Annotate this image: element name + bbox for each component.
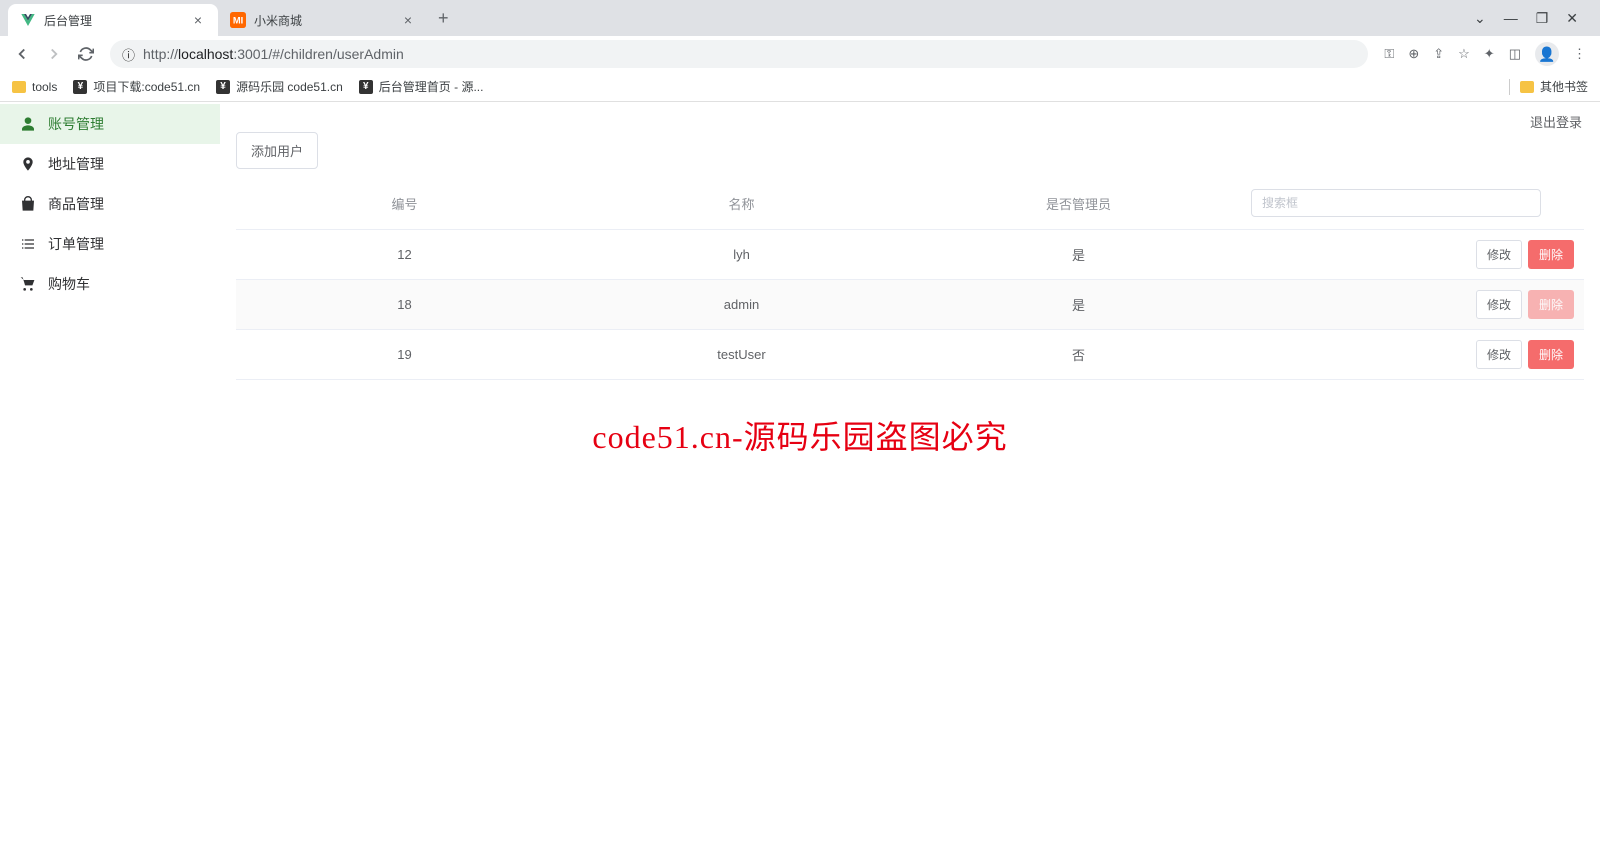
tab-dropdown-icon[interactable]: ⌄ xyxy=(1474,10,1486,27)
watermark-text: code51.cn-源码乐园盗图必究 xyxy=(592,412,1007,458)
cell-actions: 修改删除 xyxy=(1247,230,1584,280)
add-user-button[interactable]: 添加用户 xyxy=(236,132,318,169)
cell-admin: 是 xyxy=(910,280,1247,330)
search-input[interactable] xyxy=(1251,189,1541,217)
profile-avatar-icon[interactable]: 👤 xyxy=(1535,42,1559,66)
delete-button[interactable]: 删除 xyxy=(1528,340,1574,369)
browser-tab-active[interactable]: 后台管理 × xyxy=(8,4,218,36)
window-controls: ⌄ — ❐ ✕ xyxy=(1474,10,1592,27)
tab-title: 小米商城 xyxy=(254,12,392,29)
sidebar-label: 订单管理 xyxy=(48,234,104,254)
table-row: 12lyh是修改删除 xyxy=(236,230,1584,280)
extensions-icon[interactable]: ✦ xyxy=(1484,46,1495,62)
maximize-icon[interactable]: ❐ xyxy=(1536,10,1549,27)
col-actions xyxy=(1247,177,1584,230)
sidebar-label: 购物车 xyxy=(48,274,90,294)
tab-close-icon[interactable]: × xyxy=(400,12,416,28)
sidebar-label: 商品管理 xyxy=(48,194,104,214)
reload-button[interactable] xyxy=(72,40,100,68)
share-icon[interactable]: ⇪ xyxy=(1433,46,1444,62)
url-field[interactable]: ⓘ http://localhost:3001/#/children/userA… xyxy=(110,40,1368,68)
cell-id: 19 xyxy=(236,330,573,380)
table-row: 19testUser否修改删除 xyxy=(236,330,1584,380)
tab-bar: 后台管理 × MI 小米商城 × + ⌄ — ❐ ✕ xyxy=(0,0,1600,36)
site-icon: ¥ xyxy=(73,80,87,94)
zoom-icon[interactable]: ⊕ xyxy=(1408,46,1419,62)
sidebar: 账号管理 地址管理 商品管理 订单管理 购物车 xyxy=(0,102,220,380)
menu-icon[interactable]: ⋮ xyxy=(1573,46,1586,62)
site-info-icon[interactable]: ⓘ xyxy=(122,45,135,64)
edit-button[interactable]: 修改 xyxy=(1476,340,1522,369)
browser-tab[interactable]: MI 小米商城 × xyxy=(218,4,428,36)
bookmarks-bar: tools ¥ 项目下载:code51.cn ¥ 源码乐园 code51.cn … xyxy=(0,72,1600,102)
tab-close-icon[interactable]: × xyxy=(190,12,206,28)
col-name: 名称 xyxy=(573,177,910,230)
address-bar: ⓘ http://localhost:3001/#/children/userA… xyxy=(0,36,1600,72)
back-button[interactable] xyxy=(8,40,36,68)
bag-icon xyxy=(20,196,36,212)
col-admin: 是否管理员 xyxy=(910,177,1247,230)
app-root: 退出登录 账号管理 地址管理 商品管理 订单管理 购物车 添加用户 xyxy=(0,102,1600,380)
bookmark-folder-tools[interactable]: tools xyxy=(12,80,57,94)
col-id: 编号 xyxy=(236,177,573,230)
folder-icon xyxy=(12,81,26,93)
sidebar-item-order[interactable]: 订单管理 xyxy=(0,224,220,264)
new-tab-button[interactable]: + xyxy=(428,8,459,29)
url-text: http://localhost:3001/#/children/userAdm… xyxy=(143,46,1356,62)
delete-button[interactable]: 删除 xyxy=(1528,240,1574,269)
sidebar-item-product[interactable]: 商品管理 xyxy=(0,184,220,224)
sidebar-item-address[interactable]: 地址管理 xyxy=(0,144,220,184)
cell-admin: 否 xyxy=(910,330,1247,380)
bookmark-link[interactable]: ¥ 后台管理首页 - 源... xyxy=(359,78,484,95)
site-icon: ¥ xyxy=(216,80,230,94)
list-icon xyxy=(20,236,36,252)
sidebar-item-cart[interactable]: 购物车 xyxy=(0,264,220,304)
bookmark-link[interactable]: ¥ 项目下载:code51.cn xyxy=(73,78,200,95)
cell-actions: 修改删除 xyxy=(1247,330,1584,380)
svg-text:MI: MI xyxy=(233,15,243,25)
browser-chrome: 后台管理 × MI 小米商城 × + ⌄ — ❐ ✕ ⓘ http://loca… xyxy=(0,0,1600,102)
vue-favicon-icon xyxy=(20,12,36,28)
cell-admin: 是 xyxy=(910,230,1247,280)
cell-id: 12 xyxy=(236,230,573,280)
bookmark-link[interactable]: ¥ 源码乐园 code51.cn xyxy=(216,78,343,95)
other-bookmarks[interactable]: 其他书签 xyxy=(1509,78,1588,95)
cell-id: 18 xyxy=(236,280,573,330)
cart-icon xyxy=(20,276,36,292)
toolbar-icons: ⚿ ⊕ ⇪ ☆ ✦ ◫ 👤 ⋮ xyxy=(1378,42,1592,66)
logout-link[interactable]: 退出登录 xyxy=(1530,112,1582,131)
sidepanel-icon[interactable]: ◫ xyxy=(1509,46,1521,62)
user-icon xyxy=(20,116,36,132)
user-table: 编号 名称 是否管理员 12lyh是修改删除18admin是修改删除19test… xyxy=(236,177,1584,380)
mi-favicon-icon: MI xyxy=(230,12,246,28)
minimize-icon[interactable]: — xyxy=(1504,10,1518,27)
close-icon[interactable]: ✕ xyxy=(1566,10,1578,27)
sidebar-label: 账号管理 xyxy=(48,114,104,134)
delete-button[interactable]: 删除 xyxy=(1528,290,1574,319)
table-row: 18admin是修改删除 xyxy=(236,280,1584,330)
pin-icon xyxy=(20,156,36,172)
folder-icon xyxy=(1520,81,1534,93)
key-icon[interactable]: ⚿ xyxy=(1384,46,1394,62)
main-content: 添加用户 编号 名称 是否管理员 12lyh是修改删除18admin是修改删除1… xyxy=(220,102,1600,380)
edit-button[interactable]: 修改 xyxy=(1476,240,1522,269)
site-icon: ¥ xyxy=(359,80,373,94)
edit-button[interactable]: 修改 xyxy=(1476,290,1522,319)
sidebar-item-account[interactable]: 账号管理 xyxy=(0,104,220,144)
tab-title: 后台管理 xyxy=(44,12,182,29)
sidebar-label: 地址管理 xyxy=(48,154,104,174)
cell-name: testUser xyxy=(573,330,910,380)
bookmark-star-icon[interactable]: ☆ xyxy=(1458,46,1470,62)
cell-actions: 修改删除 xyxy=(1247,280,1584,330)
forward-button[interactable] xyxy=(40,40,68,68)
cell-name: admin xyxy=(573,280,910,330)
cell-name: lyh xyxy=(573,230,910,280)
